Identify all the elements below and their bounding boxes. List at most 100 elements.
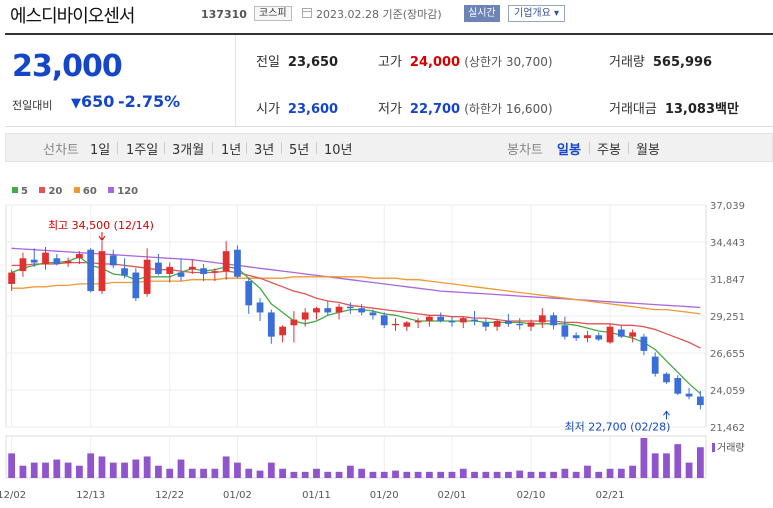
candle-body — [76, 254, 83, 259]
divider — [281, 142, 282, 154]
high-limit: (상한가 30,700) — [464, 55, 553, 69]
volume-bar — [437, 471, 445, 478]
volume-bar — [234, 462, 241, 478]
volume-bar — [267, 462, 275, 478]
line-chart-label: 선차트 — [43, 143, 79, 158]
volume-bar — [369, 471, 377, 478]
candle-body — [245, 281, 253, 306]
annotation-low: 최저 22,700 (02/28) — [564, 420, 670, 433]
x-tick-label: 02/21 — [596, 490, 625, 501]
down-triangle-icon: ▼ — [71, 96, 81, 111]
stock-code: 137310 — [201, 8, 247, 21]
volume-bar — [606, 468, 614, 478]
period-1y[interactable]: 1년 — [221, 139, 241, 158]
volume-bar — [87, 453, 95, 478]
volume-bar — [290, 471, 298, 478]
volume-value: 565,996 — [652, 55, 713, 70]
y-tick-label: 34,443 — [710, 238, 745, 249]
volume-bar — [188, 468, 196, 478]
prev-value: 23,650 — [287, 55, 339, 70]
volume-bar — [166, 468, 174, 478]
divider — [316, 142, 317, 154]
open-value: 23,600 — [287, 102, 339, 117]
x-tick-label: 02/01 — [438, 490, 467, 501]
candle-body — [448, 320, 456, 323]
volume-bar — [561, 468, 569, 478]
candle-body — [674, 378, 682, 394]
volume-bar — [640, 438, 648, 478]
volume-bar — [8, 453, 16, 478]
divider — [212, 142, 213, 154]
volume-bar — [448, 471, 456, 478]
period-monthly[interactable]: 월봉 — [636, 139, 660, 158]
candle-body — [222, 251, 230, 272]
change-label: 전일대비 — [12, 99, 53, 112]
volume-bar — [629, 465, 636, 478]
volume-bar — [143, 456, 151, 478]
volume-bar — [595, 471, 603, 478]
x-tick-label: 12/22 — [155, 490, 184, 501]
period-10y[interactable]: 10년 — [324, 139, 353, 158]
low-price: 저가 22,700 (하한가 16,600) — [378, 98, 553, 117]
candle-body — [505, 320, 512, 324]
company-info-label: 기업개요 — [514, 8, 551, 19]
volume-legend-swatch — [712, 443, 715, 452]
candle-body — [143, 259, 151, 294]
candle-body — [550, 315, 557, 326]
period-1d[interactable]: 1일 — [90, 139, 110, 158]
y-tick-label: 21,462 — [710, 423, 745, 434]
y-tick-label: 29,251 — [710, 312, 745, 323]
period-3m[interactable]: 3개월 — [172, 139, 204, 158]
candle-body — [109, 255, 117, 266]
volume-bar — [651, 453, 659, 478]
candle-chart-label: 봉차트 — [507, 143, 543, 158]
candle-body — [279, 326, 286, 336]
change-amount: 650 — [81, 92, 115, 111]
open-label: 시가 — [256, 102, 280, 117]
candle-body — [572, 335, 580, 339]
legend-swatch — [73, 187, 80, 193]
candle-body — [200, 268, 207, 274]
volume-bar — [426, 471, 433, 478]
candle-body — [155, 262, 162, 274]
volume: 거래량 565,996 — [609, 51, 712, 70]
calendar-icon — [302, 8, 312, 18]
volume-label: 거래량 — [609, 55, 645, 70]
price-summary: 23,000 전일대비 ▼650 -2.75% 전일 23,650 고가 24,00… — [5, 33, 773, 127]
candle-body — [166, 266, 174, 274]
prev-close: 전일 23,650 — [256, 51, 338, 70]
volume-bar — [358, 468, 366, 478]
divider — [235, 35, 236, 127]
candle-body — [267, 312, 275, 337]
volume-bar — [380, 471, 388, 478]
volume-bar — [76, 465, 83, 478]
divider — [117, 142, 118, 154]
period-selector: 선차트 1일 1주일 3개월 1년 3년 5년 10년 봉차트 일봉 주봉 월봉 — [5, 133, 773, 162]
candle-body — [369, 312, 377, 316]
period-1w[interactable]: 1주일 — [126, 139, 158, 158]
company-info-button[interactable]: 기업개요 ▾ — [508, 5, 566, 22]
high-label: 고가 — [378, 55, 402, 70]
period-5y[interactable]: 5년 — [289, 139, 309, 158]
realtime-button[interactable]: 실시간 — [464, 5, 500, 22]
candle-body — [290, 319, 298, 326]
volume-bar — [696, 447, 704, 478]
period-weekly[interactable]: 주봉 — [597, 139, 621, 158]
candle-body — [234, 249, 241, 277]
x-tick-label: 12/13 — [76, 490, 105, 501]
volume-bar — [459, 468, 467, 478]
volume-bar — [527, 471, 535, 478]
y-tick-label: 31,847 — [710, 275, 745, 286]
y-tick-label: 26,655 — [710, 349, 745, 360]
volume-bar — [109, 462, 117, 478]
candle-body — [493, 320, 501, 327]
candle-body — [617, 329, 625, 337]
candle-body — [313, 308, 320, 313]
volume-bar — [584, 465, 591, 478]
volume-bar — [392, 470, 399, 478]
volume-bar — [98, 456, 106, 478]
period-daily[interactable]: 일봉 — [557, 139, 581, 158]
period-3y[interactable]: 3년 — [254, 139, 274, 158]
volume-bar — [471, 471, 478, 478]
candle-body — [132, 272, 140, 299]
